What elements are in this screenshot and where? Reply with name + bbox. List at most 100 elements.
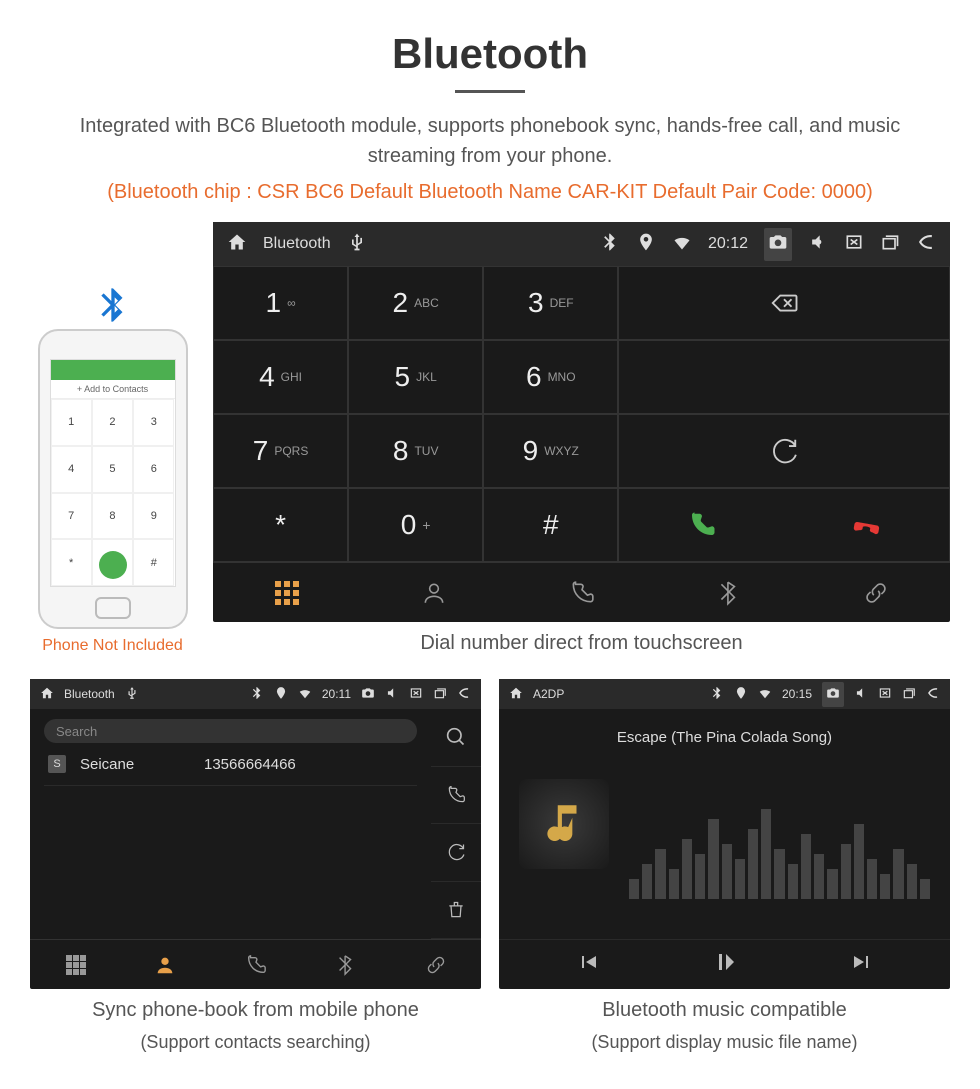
key-3[interactable]: 3DEF — [483, 266, 618, 340]
tab-contacts[interactable] — [120, 940, 210, 989]
close-app-icon[interactable] — [844, 232, 864, 257]
tab-recent[interactable] — [210, 940, 300, 989]
title-underline — [455, 90, 525, 93]
music-caption1: Bluetooth music compatible — [499, 999, 950, 1022]
usb-icon — [125, 686, 139, 703]
delete-button[interactable] — [431, 882, 481, 940]
tab-contacts[interactable] — [360, 563, 507, 622]
sync-button[interactable] — [431, 824, 481, 882]
phone-mockup: + Add to Contacts 123 456 789 *0# — [38, 329, 188, 629]
prev-button[interactable] — [576, 950, 600, 979]
wifi-icon — [758, 686, 772, 703]
redial-button[interactable] — [618, 414, 950, 488]
music-status-bar: A2DP 20:15 — [499, 679, 950, 709]
bluetooth-info: (Bluetooth chip : CSR BC6 Default Blueto… — [30, 181, 950, 204]
visualizer — [629, 799, 930, 899]
dialer-tabbar — [213, 562, 950, 622]
bluetooth-icon — [93, 285, 133, 325]
pb-status-title: Bluetooth — [64, 687, 115, 701]
camera-icon[interactable] — [361, 686, 375, 703]
page-title: Bluetooth — [30, 30, 950, 78]
search-input[interactable]: Search — [44, 719, 417, 743]
volume-icon[interactable] — [808, 232, 828, 257]
phonebook-caption2: (Support contacts searching) — [30, 1032, 481, 1053]
phonebook-caption1: Sync phone-book from mobile phone — [30, 999, 481, 1022]
tab-bluetooth[interactable] — [655, 563, 802, 622]
tab-pair[interactable] — [391, 940, 481, 989]
description: Integrated with BC6 Bluetooth module, su… — [30, 111, 950, 171]
key-hash[interactable]: # — [483, 488, 618, 562]
tab-keypad[interactable] — [213, 563, 360, 622]
recent-apps-icon[interactable] — [433, 686, 447, 703]
back-icon[interactable] — [926, 686, 940, 703]
bluetooth-status-icon — [600, 232, 620, 257]
call-contact-button[interactable] — [431, 767, 481, 825]
tab-pair[interactable] — [803, 563, 950, 622]
tab-bluetooth[interactable] — [301, 940, 391, 989]
key-8[interactable]: 8TUV — [348, 414, 483, 488]
home-icon[interactable] — [509, 686, 523, 703]
status-title: Bluetooth — [263, 235, 331, 253]
back-icon[interactable] — [916, 232, 936, 257]
key-2[interactable]: 2ABC — [348, 266, 483, 340]
phone-caption: Phone Not Included — [30, 637, 195, 655]
song-title: Escape (The Pina Colada Song) — [499, 729, 950, 746]
key-7[interactable]: 7PQRS — [213, 414, 348, 488]
key-4[interactable]: 4GHI — [213, 340, 348, 414]
contact-row[interactable]: S Seicane 13566664466 — [44, 743, 417, 786]
pb-status-time: 20:11 — [322, 687, 351, 701]
contact-name: Seicane — [80, 756, 190, 773]
music-status-title: A2DP — [533, 687, 564, 701]
dialer-caption: Dial number direct from touchscreen — [213, 632, 950, 655]
backspace-button[interactable] — [618, 266, 950, 340]
location-icon — [274, 686, 288, 703]
blank-cell — [618, 340, 950, 414]
location-icon — [734, 686, 748, 703]
back-icon[interactable] — [457, 686, 471, 703]
music-caption2: (Support display music file name) — [499, 1032, 950, 1053]
bluetooth-status-icon — [710, 686, 724, 703]
key-6[interactable]: 6MNO — [483, 340, 618, 414]
wifi-icon — [672, 232, 692, 257]
pb-status-bar: Bluetooth 20:11 — [30, 679, 481, 709]
dial-keypad: 1∞ 2ABC 3DEF 4GHI 5JKL 6MNO 7PQRS 8TUV 9… — [213, 266, 618, 562]
volume-icon[interactable] — [385, 686, 399, 703]
home-icon[interactable] — [40, 686, 54, 703]
bluetooth-status-icon — [250, 686, 264, 703]
camera-icon[interactable] — [764, 228, 792, 261]
music-controls — [499, 939, 950, 989]
key-star[interactable]: * — [213, 488, 348, 562]
call-controls — [618, 488, 950, 562]
camera-icon[interactable] — [822, 682, 844, 707]
music-status-time: 20:15 — [782, 687, 812, 701]
key-5[interactable]: 5JKL — [348, 340, 483, 414]
close-app-icon[interactable] — [878, 686, 892, 703]
call-button[interactable] — [619, 489, 784, 561]
tab-recent[interactable] — [508, 563, 655, 622]
hangup-button[interactable] — [784, 489, 949, 561]
recent-apps-icon[interactable] — [880, 232, 900, 257]
next-button[interactable] — [850, 950, 874, 979]
search-button[interactable] — [431, 709, 481, 767]
key-9[interactable]: 9WXYZ — [483, 414, 618, 488]
play-button[interactable] — [713, 950, 737, 979]
status-time: 20:12 — [708, 235, 748, 253]
phonebook-screen: Bluetooth 20:11 Search — [30, 679, 481, 989]
usb-icon — [347, 232, 367, 257]
volume-icon[interactable] — [854, 686, 868, 703]
tab-keypad[interactable] — [30, 940, 120, 989]
key-0[interactable]: 0+ — [348, 488, 483, 562]
dialer-screen: Bluetooth 20:12 1∞ 2ABC — [213, 222, 950, 622]
contact-badge: S — [48, 755, 66, 773]
key-1[interactable]: 1∞ — [213, 266, 348, 340]
music-note-icon — [519, 779, 609, 869]
recent-apps-icon[interactable] — [902, 686, 916, 703]
home-icon[interactable] — [227, 232, 247, 257]
music-screen: A2DP 20:15 Escape (The Pina Colada Song) — [499, 679, 950, 989]
wifi-icon — [298, 686, 312, 703]
contact-number: 13566664466 — [204, 756, 296, 773]
location-icon — [636, 232, 656, 257]
close-app-icon[interactable] — [409, 686, 423, 703]
status-bar: Bluetooth 20:12 — [213, 222, 950, 266]
add-contacts-label: + Add to Contacts — [51, 380, 175, 399]
